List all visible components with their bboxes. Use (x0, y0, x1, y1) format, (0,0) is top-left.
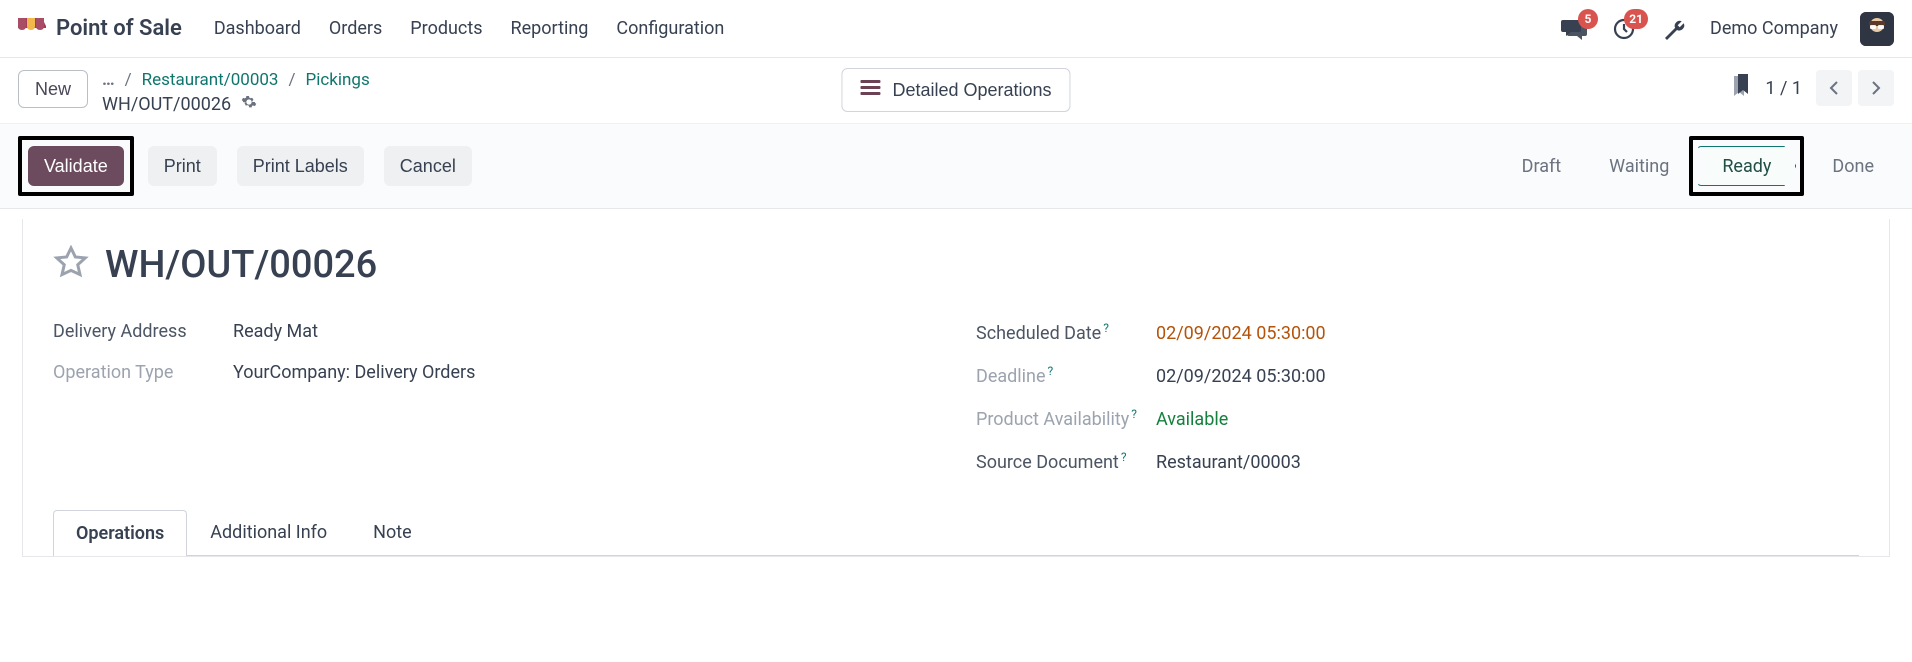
tab-additional-info[interactable]: Additional Info (187, 509, 350, 555)
cp-center: Detailed Operations (841, 68, 1070, 112)
validate-highlight: Validate (18, 136, 134, 196)
field-scheduled-date: Scheduled Date? 02/09/2024 05:30:00 (976, 311, 1859, 354)
validate-button[interactable]: Validate (28, 146, 124, 186)
hamburger-icon (860, 80, 880, 101)
print-button[interactable]: Print (148, 146, 217, 186)
star-icon[interactable] (53, 245, 89, 285)
field-label: Product Availability? (976, 407, 1156, 430)
breadcrumb-link-pickings[interactable]: Pickings (306, 70, 370, 90)
field-label: Deadline? (976, 364, 1156, 387)
breadcrumb-current-row: WH/OUT/00026 (102, 94, 370, 115)
bookmark-icon[interactable] (1731, 74, 1751, 102)
nav-item-orders[interactable]: Orders (329, 18, 382, 39)
user-avatar[interactable] (1860, 12, 1894, 46)
fields-right: Scheduled Date? 02/09/2024 05:30:00 Dead… (976, 311, 1859, 483)
breadcrumb-link-restaurant[interactable]: Restaurant/00003 (142, 70, 279, 90)
activities-badge: 21 (1624, 9, 1648, 29)
status-waiting[interactable]: Waiting (1581, 146, 1689, 186)
app-logo-icon (18, 15, 46, 43)
field-label: Delivery Address (53, 321, 233, 342)
tab-operations[interactable]: Operations (53, 510, 187, 556)
pager-next-button[interactable] (1858, 70, 1894, 106)
activities-icon[interactable]: 21 (1610, 15, 1638, 43)
messages-badge: 5 (1578, 9, 1598, 29)
cancel-button[interactable]: Cancel (384, 146, 472, 186)
field-product-availability: Product Availability? Available (976, 397, 1859, 440)
fields-left: Delivery Address Ready Mat Operation Typ… (53, 311, 936, 483)
breadcrumb-ellipsis-icon[interactable]: … (102, 70, 115, 90)
tools-icon[interactable] (1660, 15, 1688, 43)
top-navbar: Point of Sale Dashboard Orders Products … (0, 0, 1912, 58)
nav-item-configuration[interactable]: Configuration (616, 18, 724, 39)
nav-menu: Dashboard Orders Products Reporting Conf… (214, 18, 725, 39)
new-button[interactable]: New (18, 70, 88, 108)
help-icon[interactable]: ? (1103, 321, 1109, 335)
status-ready[interactable]: Ready (1697, 146, 1796, 186)
nav-item-products[interactable]: Products (410, 18, 482, 39)
nav-item-dashboard[interactable]: Dashboard (214, 18, 301, 39)
secondary-actions: Print Print Labels Cancel (148, 146, 472, 186)
app-brand[interactable]: Point of Sale (18, 15, 182, 43)
breadcrumb-current: WH/OUT/00026 (102, 94, 231, 115)
status-draft[interactable]: Draft (1494, 146, 1582, 186)
field-operation-type: Operation Type YourCompany: Delivery Ord… (53, 352, 936, 393)
detailed-operations-label: Detailed Operations (892, 80, 1051, 101)
pager-text[interactable]: 1 / 1 (1765, 78, 1802, 99)
detailed-operations-button[interactable]: Detailed Operations (841, 68, 1070, 112)
cp-right: 1 / 1 (1731, 70, 1894, 106)
nav-item-reporting[interactable]: Reporting (511, 18, 589, 39)
record-title: WH/OUT/00026 (105, 243, 377, 287)
sheet-wrap: WH/OUT/00026 Delivery Address Ready Mat … (0, 209, 1912, 557)
app-title: Point of Sale (56, 16, 182, 41)
breadcrumb-row: … / Restaurant/00003 / Pickings (102, 70, 370, 90)
status-ready-highlight: Ready (1689, 136, 1804, 196)
help-icon[interactable]: ? (1131, 407, 1137, 421)
status-done[interactable]: Done (1804, 146, 1894, 186)
field-source-document: Source Document? Restaurant/00003 (976, 440, 1859, 483)
nav-right: 5 21 Demo Company (1560, 12, 1894, 46)
breadcrumbs: … / Restaurant/00003 / Pickings WH/OUT/0… (102, 70, 370, 115)
breadcrumb-sep: / (288, 70, 295, 90)
form-tabs: Operations Additional Info Note (53, 509, 1859, 556)
pager-buttons (1816, 70, 1894, 106)
company-name[interactable]: Demo Company (1710, 18, 1838, 39)
field-delivery-address: Delivery Address Ready Mat (53, 311, 936, 352)
field-deadline: Deadline? 02/09/2024 05:30:00 (976, 354, 1859, 397)
field-value[interactable]: 02/09/2024 05:30:00 (1156, 323, 1326, 344)
gear-icon[interactable] (241, 94, 257, 115)
field-value[interactable]: Ready Mat (233, 321, 318, 342)
field-label: Source Document? (976, 450, 1156, 473)
messages-icon[interactable]: 5 (1560, 15, 1588, 43)
field-label: Operation Type (53, 362, 233, 383)
help-icon[interactable]: ? (1048, 364, 1054, 378)
fields-grid: Delivery Address Ready Mat Operation Typ… (53, 311, 1859, 483)
tab-note[interactable]: Note (350, 509, 435, 555)
field-value: Available (1156, 409, 1228, 430)
field-value[interactable]: Restaurant/00003 (1156, 452, 1301, 473)
action-bar: Validate Print Print Labels Cancel Draft… (0, 124, 1912, 209)
help-icon[interactable]: ? (1121, 450, 1127, 464)
pager-prev-button[interactable] (1816, 70, 1852, 106)
form-sheet: WH/OUT/00026 Delivery Address Ready Mat … (22, 219, 1890, 557)
field-value: 02/09/2024 05:30:00 (1156, 366, 1326, 387)
print-labels-button[interactable]: Print Labels (237, 146, 364, 186)
field-value[interactable]: YourCompany: Delivery Orders (233, 362, 475, 383)
field-label: Scheduled Date? (976, 321, 1156, 344)
statusbar: Draft Waiting Ready Done (1494, 136, 1894, 196)
title-row: WH/OUT/00026 (53, 243, 1859, 287)
cp-left: New … / Restaurant/00003 / Pickings WH/O… (18, 70, 370, 115)
breadcrumb-sep: / (125, 70, 132, 90)
control-panel: New … / Restaurant/00003 / Pickings WH/O… (0, 58, 1912, 124)
